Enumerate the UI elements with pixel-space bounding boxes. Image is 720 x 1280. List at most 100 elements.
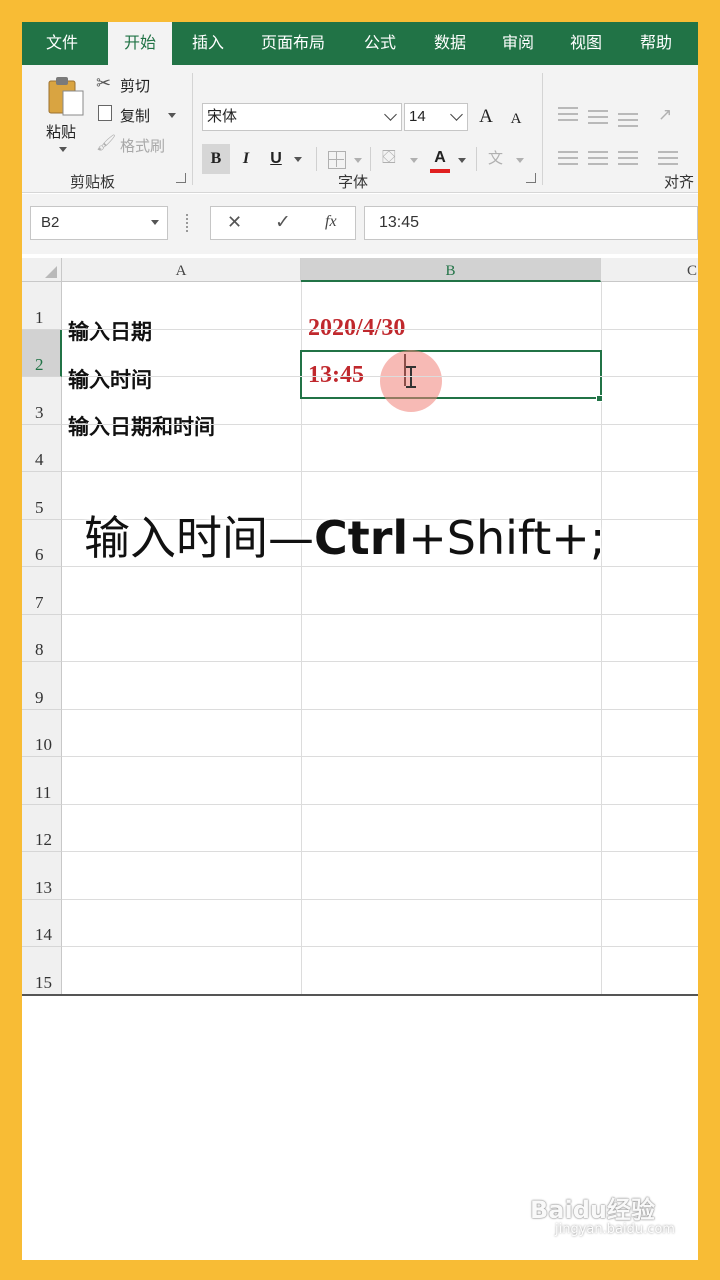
row-header-13[interactable]: 13 [22, 852, 62, 900]
row-number: 11 [35, 782, 52, 802]
copy-button[interactable]: 复制 [96, 103, 180, 127]
column-header-a[interactable]: A [62, 258, 301, 282]
borders-dropdown-icon[interactable] [354, 158, 362, 163]
tab-insert[interactable]: 插入 [182, 22, 234, 65]
row-header-9[interactable]: 9 [22, 662, 62, 710]
align-top-icon[interactable] [558, 107, 578, 121]
formula-bar-grip[interactable] [186, 214, 189, 232]
paste-label: 粘贴 [46, 124, 77, 141]
grow-font-button[interactable]: A [472, 102, 500, 132]
phonetic-dropdown-icon[interactable] [516, 158, 524, 163]
italic-button[interactable]: I [232, 144, 260, 174]
excel-window: 文件 开始 插入 页面布局 公式 数据 审阅 视图 帮助 粘贴 ✂ 剪切 复制 [22, 22, 698, 1260]
tab-view[interactable]: 视图 [558, 22, 614, 65]
clipboard-group-label: 剪贴板 [70, 174, 116, 191]
formula-input[interactable]: 13:45 [364, 206, 698, 240]
chevron-down-icon [450, 108, 463, 121]
underline-button[interactable]: U [262, 144, 290, 174]
row-header-11[interactable]: 11 [22, 757, 62, 805]
decrease-indent-icon[interactable] [658, 151, 678, 165]
fill-handle[interactable] [596, 395, 603, 402]
row-header-1[interactable]: 1 [22, 282, 62, 330]
caption-prefix: 输入时间— [84, 511, 314, 565]
font-size-value: 14 [409, 108, 426, 125]
tab-data[interactable]: 数据 [422, 22, 478, 65]
align-center-icon[interactable] [588, 151, 608, 165]
format-painter-button[interactable]: 🖌 格式刷 [96, 133, 186, 157]
name-box-dropdown-icon[interactable] [151, 220, 159, 225]
cell-a1[interactable]: 输入日期 [68, 316, 152, 346]
scissors-icon: ✂ [96, 73, 112, 93]
shrink-font-button[interactable]: A [502, 104, 530, 134]
row-header-3[interactable]: 3 [22, 377, 62, 425]
row-number: 12 [35, 830, 52, 849]
row-number: 3 [35, 402, 44, 422]
row-number: 15 [35, 972, 52, 992]
copy-label: 复制 [120, 108, 151, 125]
row-header-4[interactable]: 4 [22, 424, 62, 472]
column-header-b[interactable]: B [301, 258, 601, 282]
ibeam-cursor-icon [406, 366, 416, 388]
row-header-8[interactable]: 8 [22, 614, 62, 662]
clipboard-launcher-icon[interactable] [176, 173, 186, 183]
bold-button[interactable]: B [202, 144, 230, 174]
tab-review[interactable]: 审阅 [490, 22, 546, 65]
tab-file[interactable]: 文件 [34, 22, 90, 65]
cell-a3[interactable]: 输入日期和时间 [68, 411, 215, 441]
grid-line [62, 613, 698, 615]
enter-icon[interactable]: ✓ [275, 211, 291, 234]
align-bottom-icon[interactable] [618, 113, 638, 127]
row-header-15[interactable]: 15 [22, 947, 62, 995]
font-group-label: 字体 [338, 174, 369, 191]
tab-home[interactable]: 开始 [108, 22, 172, 65]
fill-color-dropdown-icon[interactable] [410, 158, 418, 163]
font-color-swatch [430, 169, 450, 173]
tab-formulas[interactable]: 公式 [352, 22, 408, 65]
paste-dropdown-icon[interactable] [59, 147, 67, 152]
tab-help[interactable]: 帮助 [628, 22, 684, 65]
caption-overlay: 输入时间—Ctrl+Shift+; [84, 502, 605, 568]
font-name-value: 宋体 [207, 108, 238, 125]
row-header-6[interactable]: 6 [22, 519, 62, 567]
row-header-14[interactable]: 14 [22, 899, 62, 947]
row-header-5[interactable]: 5 [22, 472, 62, 520]
insert-function-icon[interactable]: fx [325, 213, 337, 231]
column-header-c[interactable]: C [601, 258, 698, 282]
fill-color-icon[interactable]: ⛋ [382, 147, 396, 168]
orientation-icon[interactable]: ↗ [658, 105, 672, 125]
borders-icon[interactable] [328, 151, 346, 169]
paste-button[interactable]: 粘贴 [42, 73, 88, 163]
row-number: 7 [35, 592, 44, 612]
align-left-icon[interactable] [558, 151, 578, 165]
copy-dropdown-icon[interactable] [168, 113, 176, 118]
name-box[interactable]: B2 [30, 206, 168, 240]
font-color-dropdown-icon[interactable] [458, 158, 466, 163]
row-header-7[interactable]: 7 [22, 567, 62, 615]
font-launcher-icon[interactable] [526, 173, 536, 183]
grid-line [62, 328, 698, 330]
row-number: 6 [35, 545, 44, 564]
select-all-button[interactable] [22, 258, 62, 282]
align-middle-icon[interactable] [588, 110, 608, 124]
tab-page-layout[interactable]: 页面布局 [252, 22, 334, 65]
font-name-select[interactable]: 宋体 [202, 103, 402, 131]
font-size-select[interactable]: 14 [404, 103, 468, 131]
cancel-icon[interactable]: ✕ [227, 212, 242, 233]
watermark-logo: Baidu经验 [530, 1196, 655, 1224]
cut-button[interactable]: ✂ 剪切 [96, 73, 166, 97]
ribbon-separator [316, 147, 317, 171]
watermark-url: jingyan.baidu.com [555, 1222, 675, 1237]
grid-line [62, 471, 698, 472]
underline-dropdown-icon[interactable] [294, 157, 302, 162]
row-header-12[interactable]: 12 [22, 804, 62, 852]
grid-line [62, 376, 698, 377]
row-number: 13 [35, 877, 52, 897]
ribbon-separator [192, 73, 193, 185]
phonetic-icon[interactable]: 文 [488, 147, 503, 168]
row-header-10[interactable]: 10 [22, 709, 62, 757]
cell-a2[interactable]: 输入时间 [68, 364, 152, 394]
row-header-2[interactable]: 2 [22, 329, 62, 377]
align-right-icon[interactable] [618, 151, 638, 165]
ribbon: 粘贴 ✂ 剪切 复制 🖌 格式刷 剪贴板 宋体 14 A A B I U ⛋ A… [22, 65, 698, 193]
grid-line [62, 423, 698, 425]
